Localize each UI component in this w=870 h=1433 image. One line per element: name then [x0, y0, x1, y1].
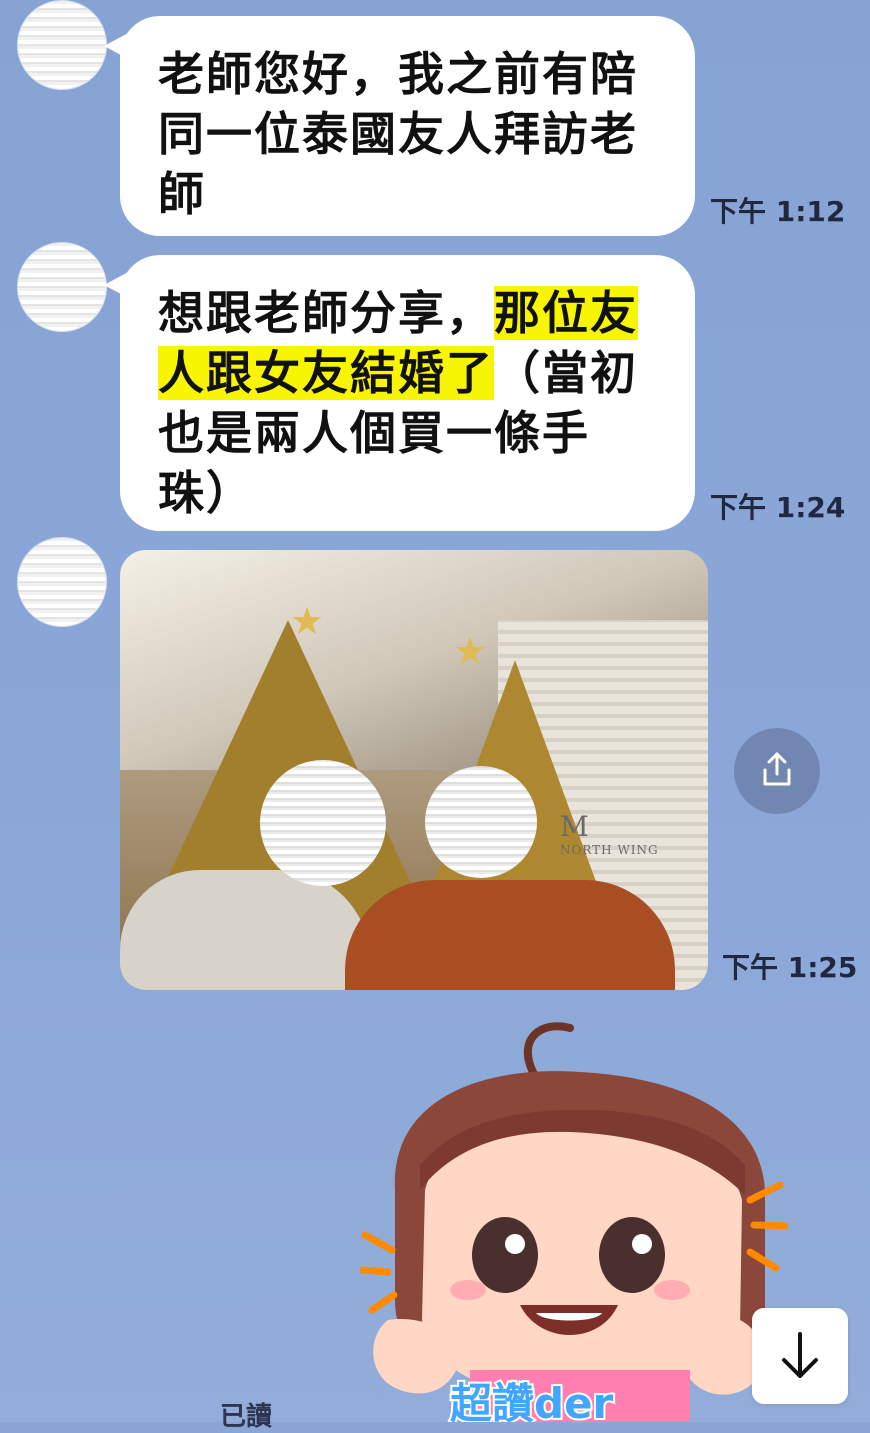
message-time-1: 下午 1:12 — [710, 195, 846, 228]
arrow-down-icon — [782, 1332, 818, 1378]
sticker-text: 超讚der — [450, 1379, 614, 1422]
sender-avatar[interactable] — [17, 242, 107, 332]
message-text-2-part-1: 想跟老師分享， — [158, 286, 494, 340]
blurred-face-left — [260, 760, 386, 886]
scroll-down-button[interactable] — [752, 1308, 848, 1404]
photo-logo-m: M — [560, 810, 589, 843]
share-button[interactable] — [734, 728, 820, 814]
message-bubble-2[interactable]: 想跟老師分享，那位友人跟女友結婚了（當初也是兩人個買一條手珠） — [104, 255, 695, 531]
photo-logo-subtext: NORTH WING — [560, 843, 659, 857]
photo-logo: M NORTH WING — [560, 810, 659, 857]
highlight-married: 結婚 — [350, 346, 446, 400]
highlight-end: 了 — [446, 346, 494, 400]
read-status: 已讀 — [220, 1402, 273, 1432]
person-right — [345, 880, 675, 990]
sender-avatar[interactable] — [17, 0, 107, 90]
photo-message[interactable]: ★ ★ M NORTH WING — [120, 550, 708, 990]
chat-window: 老師您好，我之前有陪同一位泰國友人拜訪老師 下午 1:12 想跟老師分享，那位友… — [0, 0, 870, 1432]
person-left — [120, 870, 370, 990]
share-icon — [763, 752, 791, 786]
tree-star-left-icon: ★ — [290, 599, 325, 643]
message-bubble-1[interactable]: 老師您好，我之前有陪同一位泰國友人拜訪老師 — [104, 16, 695, 236]
blurred-face-right — [425, 766, 537, 878]
sender-avatar[interactable] — [17, 537, 107, 627]
message-text-1: 老師您好，我之前有陪同一位泰國友人拜訪老師 — [158, 47, 638, 221]
message-time-2: 下午 1:24 — [710, 491, 846, 524]
sticker-message[interactable]: 超讚der — [360, 1020, 800, 1422]
tree-star-right-icon: ★ — [453, 629, 488, 673]
message-time-3: 下午 1:25 — [722, 951, 858, 984]
